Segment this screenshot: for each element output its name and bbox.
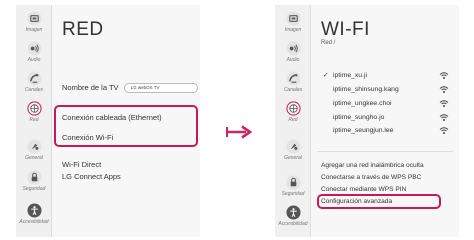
sidebar-item-accesibilidad[interactable]: Accesibilidad (16, 203, 52, 225)
tv-name-row[interactable]: Nombre de la TV LG webOS TV (62, 83, 198, 94)
sidebar-item-label: Canales (24, 87, 44, 93)
sidebar-item-label: Audio (286, 57, 300, 63)
network-settings-screen: Imagen Audio Canales Red General Segurid… (16, 5, 200, 237)
breadcrumb: Red / (321, 40, 336, 46)
audio-icon (285, 41, 301, 56)
network-icon (26, 101, 42, 116)
network-name: iptime_seungjun.lee (333, 127, 394, 134)
sidebar-item-red[interactable]: Red (275, 101, 311, 123)
sidebar-item-general[interactable]: General (16, 139, 52, 161)
sidebar-item-label: Seguridad (22, 186, 46, 192)
wps-pin-item[interactable]: Conectar mediante WPS PIN (321, 186, 406, 193)
sidebar-item-imagen[interactable]: Imagen (275, 11, 311, 33)
sidebar-item-label: General (284, 155, 302, 161)
network-name: iptime_ungkee.choi (333, 100, 392, 107)
divider (317, 151, 453, 152)
sidebar-item-label: Canales (283, 87, 303, 93)
tv-name-field[interactable]: LG webOS TV (123, 83, 198, 94)
wifi-signal-icon (439, 100, 449, 107)
wifi-signal-icon (439, 127, 449, 134)
network-name: iptime_xu.ji (333, 72, 367, 79)
lock-icon (285, 175, 301, 190)
sidebar-item-label: Imagen (25, 27, 43, 33)
wifi-direct-item[interactable]: Wi-Fi Direct (62, 160, 101, 169)
settings-sidebar: Imagen Audio Canales Red General Segurid… (275, 5, 311, 237)
picture-icon (26, 11, 42, 26)
sidebar-item-audio[interactable]: Audio (275, 41, 311, 63)
wifi-signal-icon (439, 72, 449, 79)
sidebar-item-general[interactable]: General (275, 139, 311, 161)
general-icon (285, 139, 301, 154)
network-icon (285, 101, 301, 116)
sidebar-item-label: Audio (27, 57, 41, 63)
picture-icon (285, 11, 301, 26)
sidebar-item-imagen[interactable]: Imagen (16, 11, 52, 33)
wps-pbc-item[interactable]: Conectarse a través de WPS PBC (321, 174, 421, 181)
sidebar-item-label: Accesibilidad (19, 219, 49, 225)
settings-sidebar: Imagen Audio Canales Red General Segurid… (16, 5, 52, 237)
tv-name-label: Nombre de la TV (62, 83, 119, 92)
network-list-item[interactable]: iptime_seungjun.lee (323, 126, 453, 137)
sidebar-item-label: General (25, 155, 43, 161)
general-icon (26, 139, 42, 154)
sidebar-item-audio[interactable]: Audio (16, 41, 52, 63)
right-arrow-icon (226, 125, 252, 139)
lg-connect-apps-item[interactable]: LG Connect Apps (62, 172, 121, 181)
network-list-item[interactable]: iptime_shinsung.kang (323, 85, 453, 96)
accessibility-icon (285, 205, 301, 220)
network-name: iptime_sungho.jo (333, 114, 385, 121)
add-hidden-network-item[interactable]: Agregar una red inalámbrica oculta (321, 162, 424, 169)
connection-options-highlight (54, 105, 198, 147)
lock-icon (26, 170, 42, 185)
sidebar-item-label: Imagen (284, 27, 302, 33)
sidebar-item-seguridad[interactable]: Seguridad (275, 175, 311, 197)
sidebar-item-accesibilidad[interactable]: Accesibilidad (275, 205, 311, 227)
sidebar-item-canales[interactable]: Canales (16, 71, 52, 93)
advanced-settings-highlight (317, 194, 441, 209)
network-name: iptime_shinsung.kang (333, 86, 399, 93)
network-list-item[interactable]: ✓ iptime_xu.ji (323, 71, 453, 82)
page-title: RED (62, 19, 104, 40)
audio-icon (26, 41, 42, 56)
network-list-item[interactable]: iptime_sungho.jo (323, 113, 453, 124)
sidebar-item-canales[interactable]: Canales (275, 71, 311, 93)
sidebar-item-seguridad[interactable]: Seguridad (16, 170, 52, 192)
sidebar-item-label: Accesibilidad (278, 221, 308, 227)
wifi-settings-screen: Imagen Audio Canales Red General Segurid… (275, 5, 459, 237)
network-list-item[interactable]: iptime_ungkee.choi (323, 99, 453, 110)
connected-check-icon: ✓ (323, 72, 329, 79)
channels-icon (285, 71, 301, 86)
wifi-signal-icon (439, 86, 449, 93)
wifi-signal-icon (439, 114, 449, 121)
channels-icon (26, 71, 42, 86)
sidebar-item-label: Red (288, 117, 298, 123)
sidebar-item-label: Seguridad (281, 191, 305, 197)
sidebar-item-red[interactable]: Red (16, 101, 52, 123)
accessibility-icon (26, 203, 42, 218)
page-title: WI-FI (321, 19, 370, 40)
sidebar-item-label: Red (29, 117, 39, 123)
